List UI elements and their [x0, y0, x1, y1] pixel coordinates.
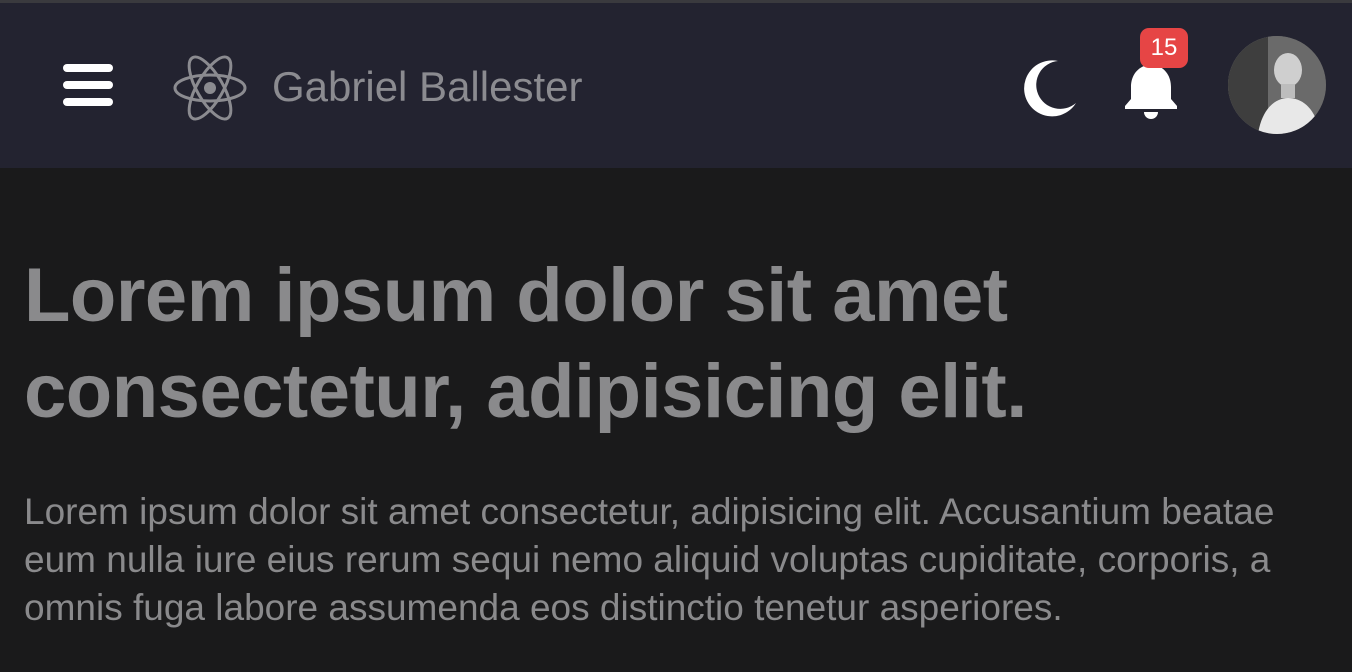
page-title: Lorem ipsum dolor sit amet consectetur, …: [24, 253, 1027, 434]
menu-bar-top: [63, 64, 113, 72]
body-paragraph: Lorem ipsum dolor sit amet consectetur, …: [24, 491, 1275, 628]
react-atom-icon: [173, 55, 247, 121]
app-header: Gabriel Ballester 15: [0, 3, 1352, 168]
main-content: Lorem ipsum dolor sit amet consectetur, …: [0, 168, 1352, 672]
avatar-portrait: [1228, 36, 1326, 134]
bell-icon[interactable]: [1122, 59, 1180, 119]
menu-bar-middle: [63, 81, 113, 89]
brand-name[interactable]: Gabriel Ballester: [272, 59, 582, 115]
user-avatar[interactable]: [1228, 36, 1326, 134]
moon-icon[interactable]: [1018, 57, 1080, 119]
hamburger-menu-button[interactable]: [56, 57, 120, 113]
notification-count-badge: 15: [1140, 28, 1188, 68]
menu-bar-bottom: [63, 98, 113, 106]
